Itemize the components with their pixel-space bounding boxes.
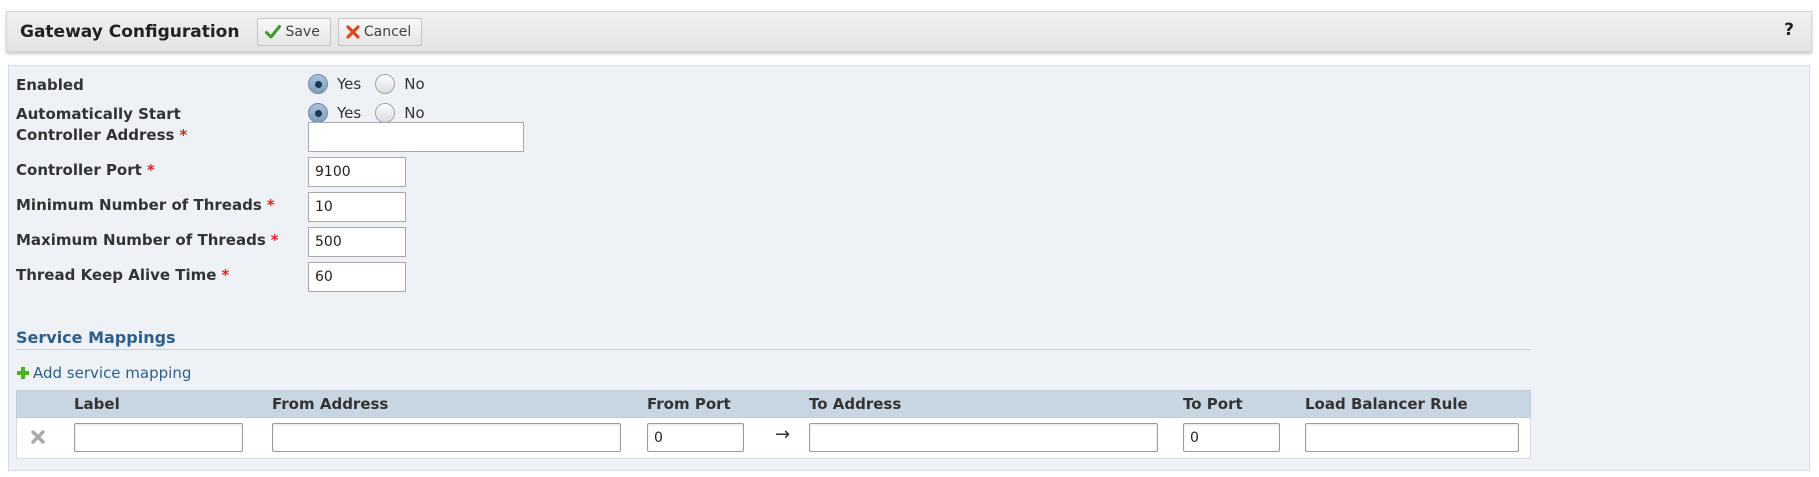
keep-alive-label: Thread Keep Alive Time * [16, 266, 229, 284]
controller-address-input[interactable] [308, 122, 524, 152]
min-threads-input[interactable] [308, 192, 406, 222]
mappings-table-header: Label From Address From Port To Address … [16, 390, 1531, 418]
column-header-from-port: From Port [647, 395, 731, 413]
table-row: → [16, 418, 1531, 459]
auto-start-no-radio[interactable]: No [375, 103, 425, 123]
help-button[interactable]: ? [1784, 20, 1794, 40]
radio-selected-icon [308, 74, 328, 94]
enabled-label: Enabled [16, 76, 84, 94]
row-from-address-input[interactable] [272, 423, 621, 452]
cancel-button-label: Cancel [363, 23, 412, 40]
add-service-mapping-label: Add service mapping [33, 364, 192, 382]
row-from-port-input[interactable] [647, 423, 744, 452]
column-header-to-address: To Address [809, 395, 902, 413]
cancel-button[interactable]: Cancel [337, 17, 423, 46]
controller-address-label-text: Controller Address [16, 126, 175, 144]
column-header-to-port: To Port [1183, 395, 1243, 413]
add-service-mapping-link[interactable]: Add service mapping [16, 364, 191, 382]
arrow-right-icon: → [775, 424, 791, 445]
min-threads-label: Minimum Number of Threads * [16, 196, 275, 214]
keep-alive-input[interactable] [308, 262, 406, 292]
service-mappings-heading: Service Mappings [16, 328, 1531, 350]
enabled-yes-radio[interactable]: Yes [308, 74, 361, 94]
enabled-no-radio[interactable]: No [375, 74, 425, 94]
controller-port-label: Controller Port * [16, 161, 155, 179]
column-header-lb-rule: Load Balancer Rule [1305, 395, 1468, 413]
row-to-port-input[interactable] [1183, 423, 1280, 452]
x-icon [346, 24, 360, 39]
row-lb-rule-input[interactable] [1305, 423, 1519, 452]
max-threads-label: Maximum Number of Threads * [16, 231, 279, 249]
save-button[interactable]: Save [257, 17, 331, 46]
auto-start-no-label: No [404, 104, 425, 122]
plus-icon [16, 366, 30, 380]
delete-x-icon[interactable] [31, 430, 45, 448]
page-title: Gateway Configuration [20, 21, 240, 42]
toolbar: Gateway Configuration Save Cancel ? [6, 11, 1812, 52]
max-threads-label-text: Maximum Number of Threads [16, 231, 266, 249]
keep-alive-label-text: Thread Keep Alive Time [16, 266, 217, 284]
row-label-input[interactable] [74, 423, 243, 452]
enabled-row: Enabled Yes No [9, 74, 609, 96]
row-to-address-input[interactable] [809, 423, 1158, 452]
required-asterisk: * [146, 161, 155, 179]
controller-port-input[interactable] [308, 157, 406, 187]
checkmark-icon [265, 24, 282, 40]
enabled-no-label: No [404, 75, 425, 93]
required-asterisk: * [221, 266, 230, 284]
radio-unselected-icon [375, 103, 396, 123]
auto-start-label: Automatically Start [16, 105, 181, 123]
column-header-from-address: From Address [272, 395, 389, 413]
required-asterisk: * [266, 196, 275, 214]
enabled-yes-label: Yes [337, 75, 362, 93]
radio-unselected-icon [375, 74, 396, 94]
controller-port-label-text: Controller Port [16, 161, 142, 179]
required-asterisk: * [179, 126, 188, 144]
max-threads-input[interactable] [308, 227, 406, 257]
controller-address-label: Controller Address * [16, 126, 187, 144]
column-header-label: Label [74, 395, 120, 413]
config-panel: Enabled Yes No Automatically Start Yes N… [8, 65, 1810, 471]
auto-start-yes-label: Yes [337, 104, 362, 122]
auto-start-yes-radio[interactable]: Yes [308, 103, 361, 123]
required-asterisk: * [270, 231, 279, 249]
save-button-label: Save [285, 23, 320, 40]
radio-selected-icon [308, 103, 328, 123]
min-threads-label-text: Minimum Number of Threads [16, 196, 262, 214]
